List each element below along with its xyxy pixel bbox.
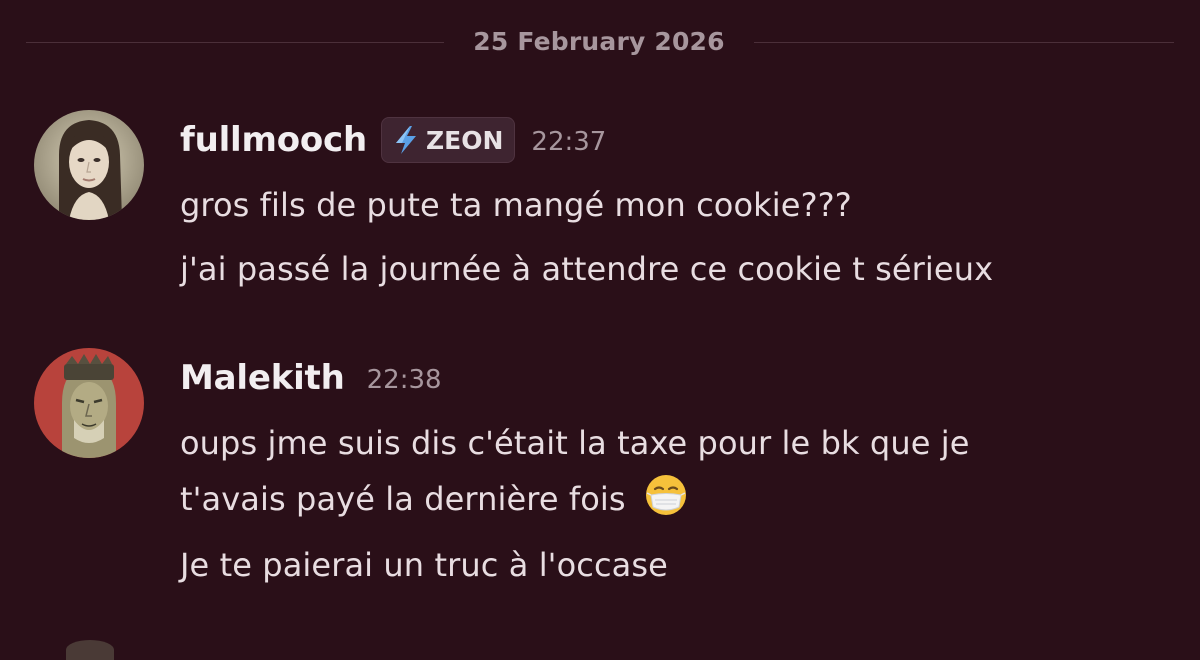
- username[interactable]: Malekith: [180, 358, 345, 398]
- username[interactable]: fullmooch: [180, 120, 367, 160]
- message-text-with-emoji: t'avais payé la dernière fois: [180, 470, 688, 528]
- message-timestamp[interactable]: 22:37: [531, 127, 606, 157]
- avatar-malekith-image: [34, 348, 144, 458]
- clan-tag[interactable]: ZEON: [381, 117, 516, 163]
- message-text: t'avais payé la dernière fois: [180, 480, 626, 518]
- next-avatar-partial[interactable]: [66, 640, 114, 660]
- message-timestamp[interactable]: 22:38: [367, 365, 442, 395]
- avatar-malekith[interactable]: [34, 348, 144, 458]
- message-text: j'ai passé la journée à attendre ce cook…: [180, 250, 994, 288]
- divider-line-left: [26, 42, 444, 43]
- divider-line-right: [754, 42, 1174, 43]
- avatar-fullmooch-image: [34, 110, 144, 220]
- clan-tag-label: ZEON: [426, 125, 504, 155]
- date-divider-label: 25 February 2026: [473, 27, 725, 56]
- message-text: oups jme suis dis c'était la taxe pour l…: [180, 424, 970, 462]
- avatar-fullmooch[interactable]: [34, 110, 144, 220]
- lightning-bolt-icon: [396, 126, 417, 154]
- message-text: Je te paierai un truc à l'occase: [180, 546, 668, 584]
- message-header-fullmooch: fullmooch ZEON 22:37: [180, 114, 606, 166]
- message-text: gros fils de pute ta mangé mon cookie???: [180, 186, 852, 224]
- face-with-medical-mask-icon: [645, 475, 686, 515]
- message-header-malekith: Malekith 22:38: [180, 352, 442, 404]
